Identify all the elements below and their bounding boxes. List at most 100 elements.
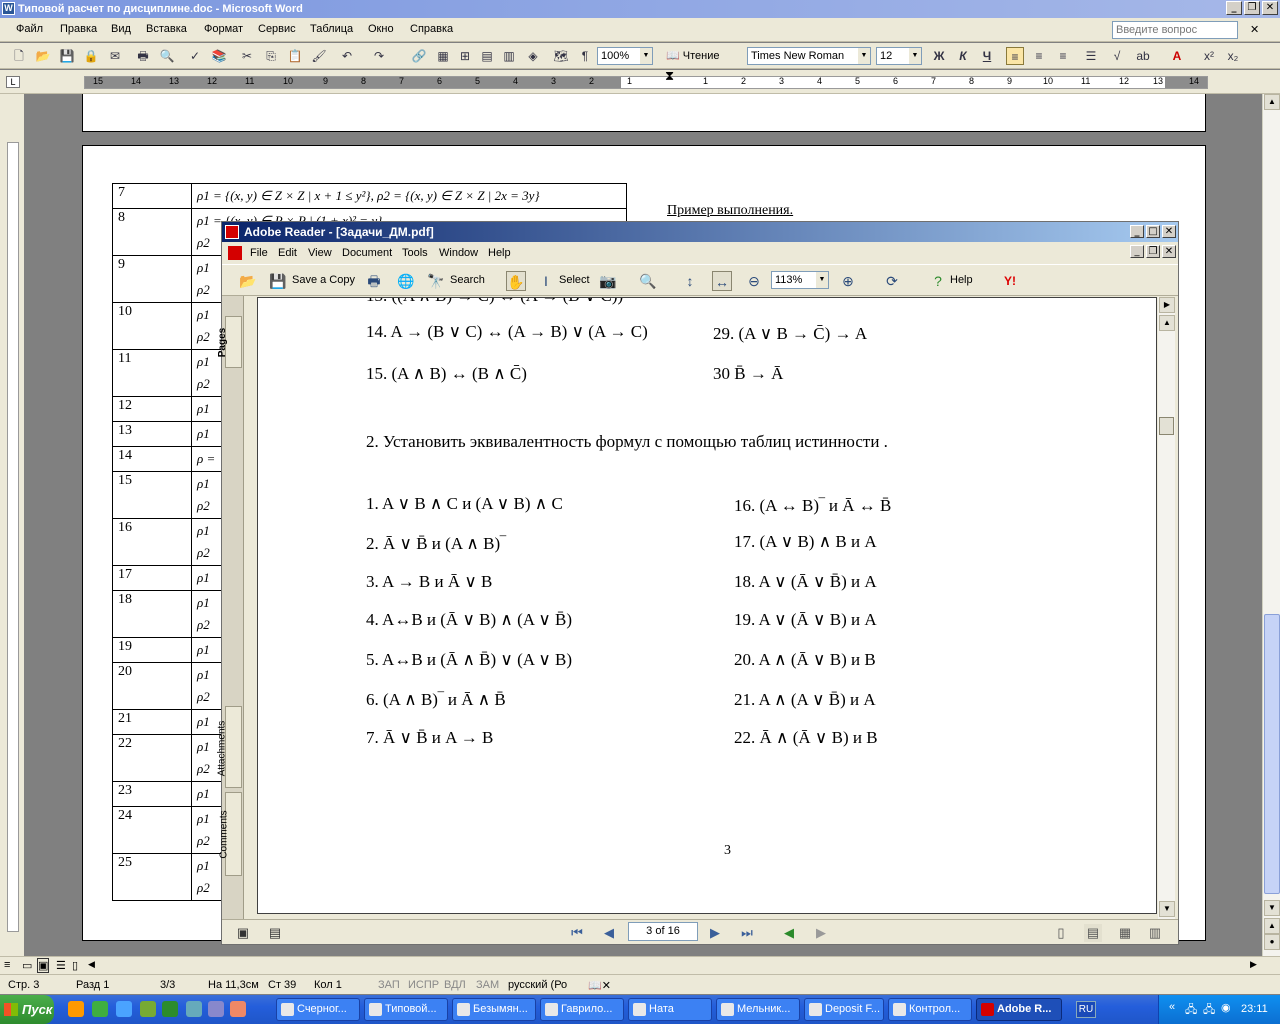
comments-tab[interactable]: Comments: [219, 792, 242, 876]
superscript-icon[interactable]: x²: [1200, 47, 1218, 65]
menu-format[interactable]: Формат: [204, 23, 243, 35]
reader-close-button[interactable]: ✕: [1162, 225, 1176, 238]
show-hide-icon[interactable]: ¶: [576, 47, 594, 65]
bold-button[interactable]: Ж: [930, 47, 948, 65]
undo-icon[interactable]: ↶: [338, 47, 356, 65]
rotate-icon[interactable]: ⟳: [882, 271, 902, 291]
scroll-up-button[interactable]: ▲: [1264, 94, 1280, 110]
go-back-icon[interactable]: ◀: [780, 924, 798, 942]
pdf-options-button[interactable]: ▶: [1159, 297, 1175, 313]
open-icon[interactable]: 📂: [34, 47, 52, 65]
reader-menu-window[interactable]: Window: [439, 247, 478, 259]
adobe-pdf-icon[interactable]: [225, 225, 239, 239]
menu-edit[interactable]: Правка: [60, 23, 97, 35]
tab-selector-icon[interactable]: L: [6, 76, 20, 88]
print-icon[interactable]: 🖶: [364, 271, 384, 291]
reading-mode-button[interactable]: 📖 Чтение: [666, 49, 719, 62]
task-button[interactable]: Типовой...: [364, 998, 448, 1021]
email-icon[interactable]: ✉: [106, 47, 124, 65]
quicklaunch-icon[interactable]: [68, 1001, 84, 1017]
align-left-icon[interactable]: ≡: [1006, 47, 1024, 65]
quicklaunch-icon[interactable]: [230, 1001, 246, 1017]
menu-table[interactable]: Таблица: [310, 23, 353, 35]
tray-expand-icon[interactable]: «: [1169, 1001, 1175, 1013]
status-ovr[interactable]: ЗАМ: [476, 979, 499, 991]
reader-menu-file[interactable]: File: [250, 247, 268, 259]
menu-tools[interactable]: Сервис: [258, 23, 296, 35]
close-doc-icon[interactable]: ✕: [1250, 23, 1259, 36]
paste-icon[interactable]: 📋: [286, 47, 304, 65]
select-button[interactable]: Select: [559, 274, 590, 286]
help-icon[interactable]: ?: [928, 271, 948, 291]
reader-menu-help[interactable]: Help: [488, 247, 511, 259]
language-indicator[interactable]: RU: [1076, 1001, 1096, 1018]
reading-view-icon[interactable]: ▯: [72, 959, 78, 972]
task-button[interactable]: Безымян...: [452, 998, 536, 1021]
ie-icon[interactable]: [116, 1001, 132, 1017]
first-page-button[interactable]: ⏮: [568, 924, 586, 942]
network-icon[interactable]: 🖧: [1185, 1001, 1197, 1020]
menu-insert[interactable]: Вставка: [146, 23, 187, 35]
zoom-level-combo[interactable]: 113% ▼: [771, 271, 829, 289]
word-app-icon[interactable]: W: [2, 2, 15, 15]
document-map-icon[interactable]: 🗺: [552, 47, 570, 65]
font-color-icon[interactable]: A: [1168, 47, 1186, 65]
network-icon[interactable]: 🖧: [1203, 1001, 1215, 1020]
hand-tool-icon[interactable]: ✋: [506, 271, 526, 291]
scroll-right-button[interactable]: ▶: [1250, 959, 1257, 970]
italic-button[interactable]: К: [954, 47, 972, 65]
copy-icon[interactable]: ⎘: [262, 47, 280, 65]
task-button[interactable]: Контрол...: [888, 998, 972, 1021]
previous-page-button[interactable]: ◀: [600, 924, 618, 942]
select-browse-object-button[interactable]: ●: [1264, 934, 1280, 950]
facing-icon[interactable]: ▦: [1116, 924, 1134, 942]
layers-icon[interactable]: ▤: [266, 924, 284, 942]
underline-button[interactable]: Ч: [978, 47, 996, 65]
vertical-ruler[interactable]: [0, 94, 24, 956]
yahoo-icon[interactable]: Y!: [1000, 271, 1020, 291]
quicklaunch-icon[interactable]: [208, 1001, 224, 1017]
help-button[interactable]: Help: [950, 274, 973, 286]
subscript-icon[interactable]: x₂: [1224, 47, 1242, 65]
maximize-button[interactable]: ❐: [1244, 1, 1260, 15]
zoom-combo[interactable]: 100% ▼: [597, 47, 653, 65]
ask-question-input[interactable]: Введите вопрос: [1112, 21, 1238, 39]
horizontal-scrollbar[interactable]: ≡ ▭ ▣ ☰ ▯ ◀ ▶: [0, 956, 1280, 974]
quicklaunch-icon[interactable]: [186, 1001, 202, 1017]
status-rec[interactable]: ЗАП: [378, 979, 400, 991]
hyperlink-icon[interactable]: 🔗: [410, 47, 428, 65]
doc-close-button[interactable]: ✕: [1162, 245, 1176, 258]
quicklaunch-icon[interactable]: [140, 1001, 156, 1017]
insert-table-icon[interactable]: ⊞: [456, 47, 474, 65]
document-icon[interactable]: [228, 246, 242, 260]
pdf-scroll-thumb[interactable]: [1159, 417, 1174, 435]
go-forward-icon[interactable]: ▶: [812, 924, 830, 942]
quicklaunch-icon[interactable]: [162, 1001, 178, 1017]
menu-file[interactable]: Файл: [16, 23, 43, 35]
reader-menu-tools[interactable]: Tools: [402, 247, 428, 259]
zoom-out-icon[interactable]: ⊖: [744, 271, 764, 291]
page-thumbnail-icon[interactable]: ▣: [234, 924, 252, 942]
pdf-vertical-scrollbar[interactable]: ▶ ▲ ▼: [1158, 297, 1175, 919]
insert-excel-icon[interactable]: ▤: [478, 47, 496, 65]
minimize-button[interactable]: _: [1226, 1, 1242, 15]
search-icon[interactable]: 🔭: [426, 271, 446, 291]
spelling-status-icon[interactable]: 📖✕: [588, 979, 611, 992]
attachments-tab[interactable]: Attachments: [216, 706, 242, 788]
menu-view[interactable]: Вид: [111, 23, 131, 35]
menu-window[interactable]: Окно: [368, 23, 394, 35]
task-button[interactable]: Мельник...: [716, 998, 800, 1021]
numbering-icon[interactable]: ☰: [1082, 47, 1100, 65]
snapshot-icon[interactable]: 📷: [598, 271, 618, 291]
close-button[interactable]: ✕: [1262, 1, 1278, 15]
doc-minimize-button[interactable]: _: [1130, 245, 1144, 258]
page-number-field[interactable]: 3 of 16: [628, 922, 698, 941]
status-trk[interactable]: ИСПР: [408, 979, 439, 991]
tray-app-icon[interactable]: ◉: [1221, 1001, 1231, 1014]
single-page-icon[interactable]: ▯: [1052, 924, 1070, 942]
fit-width-icon[interactable]: ↔: [712, 271, 732, 291]
redo-icon[interactable]: ↷: [370, 47, 388, 65]
outline-view-icon[interactable]: ☰: [56, 959, 66, 972]
pages-tab[interactable]: Pages: [217, 316, 242, 368]
zoom-in-icon[interactable]: ⊕: [838, 271, 858, 291]
